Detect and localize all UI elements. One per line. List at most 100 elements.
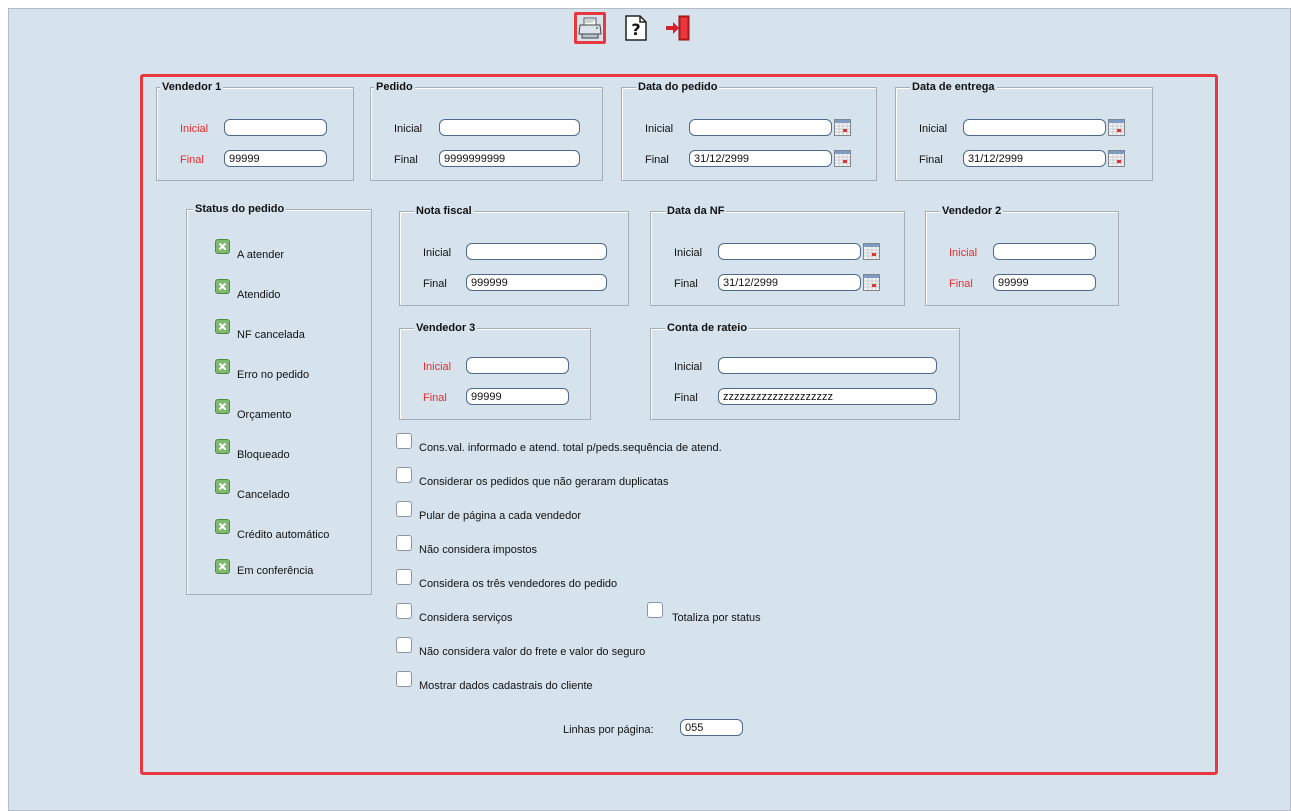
status-checkbox-cancelado[interactable] [215,479,230,494]
vendedor3-final-input[interactable] [466,388,569,405]
initial-label: Inicial [423,361,452,373]
vendedor1-final-input[interactable] [224,150,327,167]
data-nf-group: Data da NF Inicial Final [650,204,905,306]
conta-rateio-initial-input[interactable] [718,357,937,374]
group-legend: Data do pedido [636,80,720,94]
nota-fiscal-initial-input[interactable] [466,243,607,260]
final-label: Final [949,278,973,290]
option-label: Considerar os pedidos que não geraram du… [419,476,669,488]
group-legend: Nota fiscal [414,204,474,218]
group-legend: Vendedor 3 [414,321,478,335]
option-checkbox-tres-vendedores[interactable] [396,569,412,585]
option-label: Não considera impostos [419,544,538,556]
calendar-icon[interactable] [1108,150,1125,167]
group-legend: Status do pedido [193,202,287,216]
linhas-por-pagina-input[interactable] [680,719,743,736]
option-checkbox-frete-seguro[interactable] [396,637,412,653]
option-checkbox-considera-servicos[interactable] [396,603,412,619]
option-checkbox-pular-pagina-vendedor[interactable] [396,501,412,517]
check-x-icon [218,322,227,331]
printer-icon [578,17,602,39]
option-checkbox-pedidos-sem-duplicatas[interactable] [396,467,412,483]
vendedor2-final-input[interactable] [993,274,1096,291]
final-label: Final [674,392,698,404]
status-label: Atendido [237,289,281,301]
initial-label: Inicial [180,123,209,135]
vendedor1-group: Vendedor 1 Inicial Final [156,80,354,181]
option-label: Cons.val. informado e atend. total p/ped… [419,442,722,454]
data-entrega-initial-input[interactable] [963,119,1106,136]
data-pedido-group: Data do pedido Inicial Final [621,80,877,181]
calendar-icon[interactable] [1108,119,1125,136]
check-x-icon [218,402,227,411]
calendar-icon[interactable] [834,150,851,167]
data-entrega-final-input[interactable] [963,150,1106,167]
help-button[interactable]: ? [620,12,652,44]
final-label: Final [394,154,418,166]
calendar-icon[interactable] [863,243,880,260]
group-legend: Data de entrega [910,80,997,94]
initial-label: Inicial [394,123,423,135]
vendedor1-initial-input[interactable] [224,119,327,136]
option-checkbox-cons-val-informado[interactable] [396,433,412,449]
final-label: Final [919,154,943,166]
pedido-initial-input[interactable] [439,119,580,136]
print-button[interactable] [574,12,606,44]
status-label: NF cancelada [237,329,305,341]
option-checkbox-totaliza-status[interactable] [647,602,663,618]
status-checkbox-em-conferencia[interactable] [215,559,230,574]
status-pedido-group: Status do pedido A atender Atendido NF c… [186,202,372,595]
vendedor3-initial-input[interactable] [466,357,569,374]
initial-label: Inicial [674,247,703,259]
data-pedido-final-input[interactable] [689,150,832,167]
help-icon: ? [625,15,647,41]
exit-door-icon [666,15,690,41]
filter-form-panel: Vendedor 1 Inicial Final Pedido Inicial … [140,74,1218,775]
check-x-icon [218,282,227,291]
final-label: Final [423,278,447,290]
vendedor2-group: Vendedor 2 Inicial Final [925,204,1119,306]
initial-label: Inicial [423,247,452,259]
calendar-icon[interactable] [834,119,851,136]
option-label: Considera serviços [419,612,513,624]
check-x-icon [218,362,227,371]
nota-fiscal-final-input[interactable] [466,274,607,291]
final-label: Final [674,278,698,290]
data-pedido-initial-input[interactable] [689,119,832,136]
status-checkbox-orcamento[interactable] [215,399,230,414]
option-checkbox-dados-cliente[interactable] [396,671,412,687]
status-checkbox-erro-no-pedido[interactable] [215,359,230,374]
vendedor2-initial-input[interactable] [993,243,1096,260]
exit-button[interactable] [662,12,694,44]
initial-label: Inicial [645,123,674,135]
status-label: A atender [237,249,285,261]
status-checkbox-atendido[interactable] [215,279,230,294]
status-checkbox-nf-cancelada[interactable] [215,319,230,334]
check-x-icon [218,482,227,491]
final-label: Final [423,392,447,404]
option-label: Totaliza por status [672,612,761,624]
status-checkbox-bloqueado[interactable] [215,439,230,454]
pedido-final-input[interactable] [439,150,580,167]
option-checkbox-nao-considera-impostos[interactable] [396,535,412,551]
pedido-group: Pedido Inicial Final [370,80,603,181]
status-checkbox-a-atender[interactable] [215,239,230,254]
option-label: Pular de página a cada vendedor [419,510,582,522]
calendar-icon[interactable] [863,274,880,291]
check-x-icon [218,242,227,251]
group-legend: Pedido [374,80,415,94]
check-x-icon [218,522,227,531]
option-label: Mostrar dados cadastrais do cliente [419,680,593,692]
conta-rateio-group: Conta de rateio Inicial Final [650,321,960,420]
final-label: Final [645,154,669,166]
status-label: Crédito automático [237,529,330,541]
initial-label: Inicial [949,247,978,259]
group-legend: Vendedor 1 [160,80,224,94]
status-checkbox-credito-automatico[interactable] [215,519,230,534]
conta-rateio-final-input[interactable] [718,388,937,405]
option-label: Considera os três vendedores do pedido [419,578,618,590]
group-legend: Conta de rateio [665,321,750,335]
data-nf-final-input[interactable] [718,274,861,291]
data-nf-initial-input[interactable] [718,243,861,260]
svg-text:?: ? [631,20,640,39]
